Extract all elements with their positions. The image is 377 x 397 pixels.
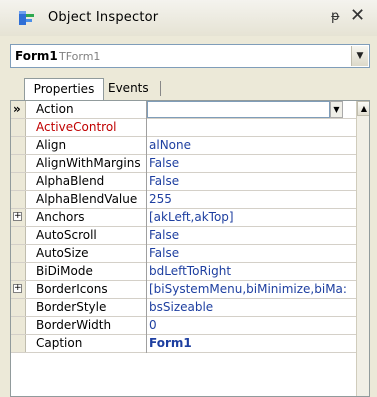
title-bar: Object Inspector ᵽ ✕ — [0, 0, 377, 36]
property-value[interactable]: 255 — [149, 191, 354, 208]
property-value[interactable]: 0 — [149, 317, 354, 334]
property-name: AlignWithMargins — [36, 156, 141, 170]
close-icon[interactable]: ✕ — [350, 5, 365, 27]
tab-events[interactable]: Events — [104, 78, 168, 99]
action-value-field[interactable] — [147, 101, 330, 118]
property-row[interactable]: » Action ▼ — [11, 101, 356, 119]
component-selector[interactable]: Form1 TForm1 ▼ — [10, 44, 370, 68]
row-gutter — [11, 173, 26, 190]
property-value[interactable]: [akLeft,akTop] — [149, 209, 354, 226]
window-title: Object Inspector — [48, 10, 159, 25]
row-gutter — [11, 335, 26, 352]
property-row[interactable]: AlphaBlendValue 255 — [11, 191, 356, 209]
scroll-up-icon[interactable]: ▲ — [357, 101, 369, 116]
component-name: Form1 — [15, 49, 58, 63]
property-name: BiDiMode — [36, 264, 93, 278]
property-row[interactable]: Align alNone — [11, 137, 356, 155]
property-name: Align — [36, 138, 67, 152]
row-gutter — [11, 299, 26, 316]
property-value[interactable]: alNone — [149, 137, 354, 154]
column-divider[interactable] — [146, 317, 147, 335]
property-value[interactable]: [biSystemMenu,biMinimize,biMa: — [149, 281, 354, 298]
property-name: AutoSize — [36, 246, 89, 260]
property-row[interactable]: AutoScroll False — [11, 227, 356, 245]
pin-icon[interactable]: ᵽ — [331, 9, 340, 24]
row-gutter: » — [11, 101, 26, 118]
row-gutter — [11, 191, 26, 208]
property-row[interactable]: AlignWithMargins False — [11, 155, 356, 173]
property-name: BorderIcons — [36, 282, 108, 296]
chevron-down-icon[interactable]: ▼ — [351, 46, 368, 66]
column-divider[interactable] — [146, 281, 147, 299]
column-divider[interactable] — [146, 263, 147, 281]
property-name: BorderStyle — [36, 300, 107, 314]
property-row[interactable]: + BorderIcons [biSystemMenu,biMinimize,biM… — [11, 281, 356, 299]
column-divider[interactable] — [146, 299, 147, 317]
row-gutter — [11, 119, 26, 136]
column-divider[interactable] — [146, 137, 147, 155]
column-divider[interactable] — [146, 173, 147, 191]
property-value[interactable]: False — [149, 173, 354, 190]
row-gutter — [11, 227, 26, 244]
property-row[interactable]: Caption Form1 — [11, 335, 356, 353]
property-row[interactable]: BiDiMode bdLeftToRight — [11, 263, 356, 281]
property-row[interactable]: ActiveControl — [11, 119, 356, 137]
column-divider[interactable] — [146, 155, 147, 173]
property-name: Anchors — [36, 210, 85, 224]
property-row[interactable]: AutoSize False — [11, 245, 356, 263]
expand-icon[interactable]: + — [13, 212, 22, 221]
column-divider[interactable] — [146, 245, 147, 263]
row-gutter — [11, 137, 26, 154]
property-name: AutoScroll — [36, 228, 97, 242]
property-grid: » Action ▼ ActiveControl Align alNone AlignWit… — [10, 100, 370, 397]
current-row-marker-icon: » — [13, 102, 21, 116]
column-divider[interactable] — [146, 119, 147, 137]
vertical-scrollbar[interactable]: ▲ — [356, 101, 369, 396]
property-name: AlphaBlend — [36, 174, 105, 188]
property-value[interactable]: False — [149, 227, 354, 244]
property-value[interactable]: Form1 — [149, 335, 354, 352]
property-value[interactable]: bdLeftToRight — [149, 263, 354, 280]
property-value[interactable]: False — [149, 245, 354, 262]
property-name: AlphaBlendValue — [36, 192, 138, 206]
property-row[interactable]: AlphaBlend False — [11, 173, 356, 191]
column-divider[interactable] — [146, 335, 147, 353]
property-row[interactable]: BorderWidth 0 — [11, 317, 356, 335]
property-name: Caption — [36, 336, 83, 350]
row-gutter — [11, 155, 26, 172]
row-gutter — [11, 245, 26, 262]
property-row[interactable]: BorderStyle bsSizeable — [11, 299, 356, 317]
column-divider[interactable] — [146, 227, 147, 245]
row-gutter — [11, 263, 26, 280]
chevron-down-icon[interactable]: ▼ — [330, 101, 343, 118]
property-name: BorderWidth — [36, 318, 112, 332]
property-value[interactable] — [149, 119, 354, 136]
row-gutter — [11, 317, 26, 334]
property-name: Action — [36, 102, 74, 116]
property-name: ActiveControl — [36, 120, 117, 134]
property-value[interactable]: False — [149, 155, 354, 172]
tab-properties[interactable]: Properties — [24, 78, 104, 102]
column-divider[interactable] — [146, 191, 147, 209]
column-divider[interactable] — [146, 209, 147, 227]
object-inspector-icon — [19, 11, 34, 25]
property-value[interactable]: bsSizeable — [149, 299, 354, 316]
property-row[interactable]: + Anchors [akLeft,akTop] — [11, 209, 356, 227]
component-type: TForm1 — [59, 50, 101, 63]
tab-separator — [160, 81, 161, 96]
expand-icon[interactable]: + — [13, 284, 22, 293]
